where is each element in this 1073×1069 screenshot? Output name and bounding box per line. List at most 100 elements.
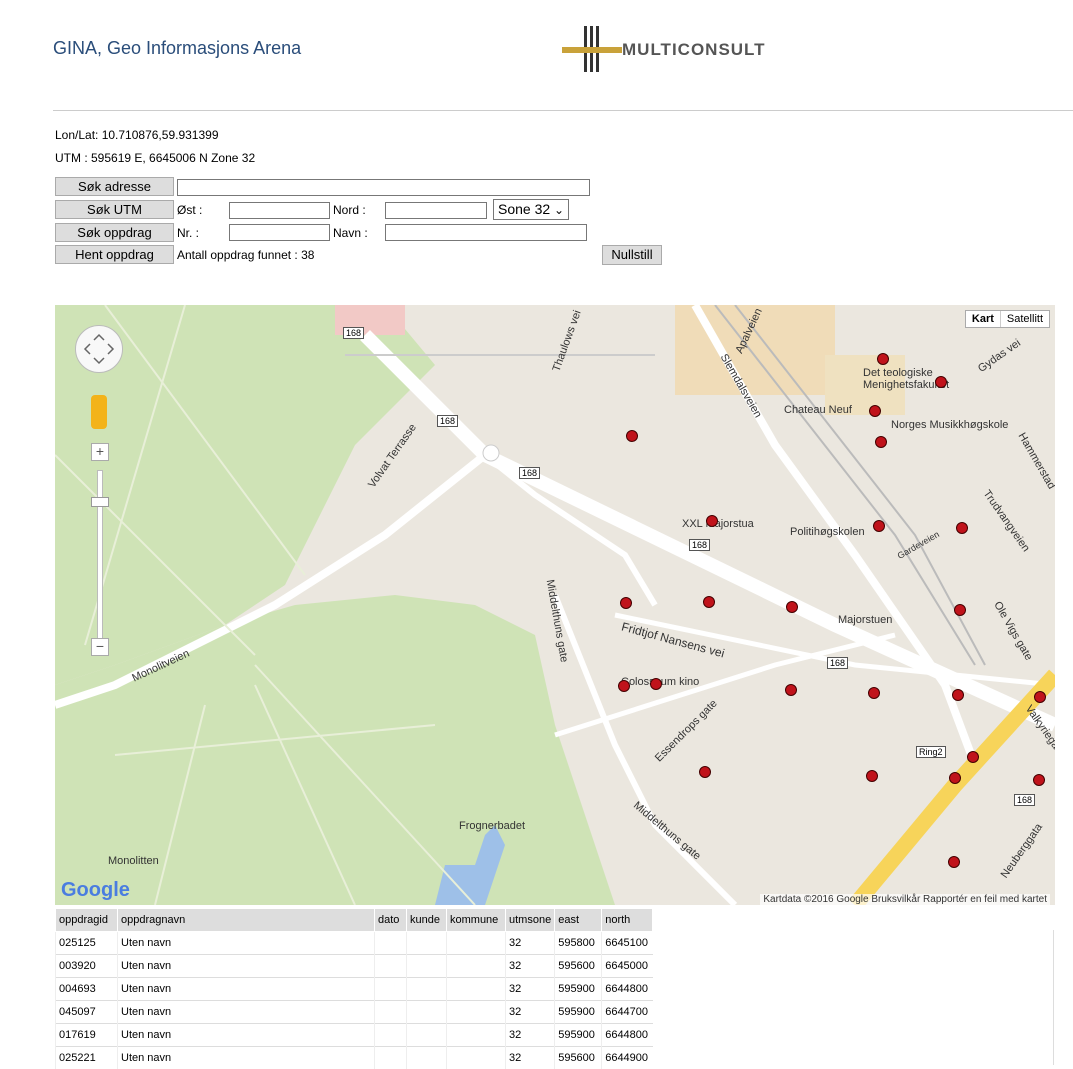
assignment-marker[interactable] xyxy=(1033,774,1045,786)
reset-button[interactable]: Nullstill xyxy=(602,245,662,265)
table-cell: 6644900 xyxy=(602,1047,653,1069)
zoom-slider-handle[interactable] xyxy=(91,497,109,507)
north-label: Nord : xyxy=(333,203,366,217)
assignment-marker[interactable] xyxy=(954,604,966,616)
pan-control[interactable] xyxy=(75,325,123,373)
assignment-marker[interactable] xyxy=(877,353,889,365)
address-input[interactable] xyxy=(177,179,590,196)
assignment-marker[interactable] xyxy=(952,689,964,701)
table-cell xyxy=(447,932,506,955)
table-row[interactable]: 004693 Uten navn 32 595900 6644800 xyxy=(56,978,653,1001)
assignment-marker[interactable] xyxy=(786,601,798,613)
table-cell xyxy=(447,1024,506,1047)
table-cell xyxy=(407,1024,447,1047)
map-type-kart[interactable]: Kart xyxy=(966,311,1000,327)
fetch-assignments-button[interactable]: Hent oppdrag xyxy=(55,245,174,264)
number-input[interactable] xyxy=(229,224,330,241)
table-cell xyxy=(407,932,447,955)
column-header[interactable]: north xyxy=(602,909,653,932)
assignment-marker[interactable] xyxy=(868,687,880,699)
east-input[interactable] xyxy=(229,202,330,219)
search-address-button[interactable]: Søk adresse xyxy=(55,177,174,196)
map-attribution[interactable]: Kartdata ©2016 Google Bruksvilkår Rappor… xyxy=(760,894,1050,905)
assignment-marker[interactable] xyxy=(706,515,718,527)
road-shield: 168 xyxy=(437,415,458,427)
table-row[interactable]: 017619 Uten navn 32 595900 6644800 xyxy=(56,1024,653,1047)
table-cell xyxy=(407,1047,447,1069)
zoom-in-button[interactable]: + xyxy=(91,443,109,461)
table-cell: 003920 xyxy=(56,955,118,978)
table-cell: Uten navn xyxy=(118,1047,375,1069)
multiconsult-logo: MULTICONSULT xyxy=(562,26,802,72)
table-row[interactable]: 025125 Uten navn 32 595800 6645100 xyxy=(56,932,653,955)
assignment-marker[interactable] xyxy=(948,856,960,868)
assignment-marker[interactable] xyxy=(967,751,979,763)
road-shield: 168 xyxy=(689,539,710,551)
map-type-control: Kart Satellitt xyxy=(965,310,1050,328)
table-cell: 025221 xyxy=(56,1047,118,1069)
pan-arrows-icon xyxy=(76,326,122,372)
column-header[interactable]: kommune xyxy=(447,909,506,932)
search-utm-button[interactable]: Søk UTM xyxy=(55,200,174,219)
map-label: Majorstuen xyxy=(838,614,892,626)
table-cell xyxy=(375,1024,407,1047)
table-row[interactable]: 025221 Uten navn 32 595600 6644900 xyxy=(56,1047,653,1069)
table-cell: 595900 xyxy=(555,978,602,1001)
assignment-marker[interactable] xyxy=(699,766,711,778)
table-cell xyxy=(447,1047,506,1069)
assignment-marker[interactable] xyxy=(620,597,632,609)
results-table: oppdragid oppdragnavn dato kunde kommune… xyxy=(55,908,653,1069)
column-header[interactable]: kunde xyxy=(407,909,447,932)
table-cell: Uten navn xyxy=(118,1001,375,1024)
map-view[interactable]: Kart Satellitt + − Thaulows vei Apalveie… xyxy=(55,305,1055,905)
table-cell: Uten navn xyxy=(118,1024,375,1047)
assignment-marker[interactable] xyxy=(618,680,630,692)
search-assignment-button[interactable]: Søk oppdrag xyxy=(55,223,174,242)
table-cell: 6645000 xyxy=(602,955,653,978)
zone-select-value: Sone 32 xyxy=(498,201,550,217)
table-row[interactable]: 045097 Uten navn 32 595900 6644700 xyxy=(56,1001,653,1024)
assignment-marker[interactable] xyxy=(650,678,662,690)
table-cell: 32 xyxy=(506,1047,555,1069)
column-header[interactable]: utmsone xyxy=(506,909,555,932)
column-header[interactable]: dato xyxy=(375,909,407,932)
table-row[interactable]: 003920 Uten navn 32 595600 6645000 xyxy=(56,955,653,978)
assignment-marker[interactable] xyxy=(875,436,887,448)
name-input[interactable] xyxy=(385,224,587,241)
zone-select[interactable]: Sone 32⌄ xyxy=(493,199,569,220)
map-label: Norges Musikkhøgskole xyxy=(891,419,1008,431)
zoom-slider-track[interactable] xyxy=(97,470,103,639)
assignment-marker[interactable] xyxy=(935,376,947,388)
table-cell xyxy=(407,978,447,1001)
assignment-marker[interactable] xyxy=(949,772,961,784)
assignment-marker[interactable] xyxy=(866,770,878,782)
table-cell: 32 xyxy=(506,1024,555,1047)
logo-text: MULTICONSULT xyxy=(622,40,766,60)
table-cell xyxy=(375,1001,407,1024)
map-label: Frognerbadet xyxy=(459,820,525,832)
road-shield: Ring2 xyxy=(916,746,946,758)
map-type-satellite[interactable]: Satellitt xyxy=(1000,311,1049,327)
column-header[interactable]: oppdragid xyxy=(56,909,118,932)
east-label: Øst : xyxy=(177,203,202,217)
road-shield: 168 xyxy=(343,327,364,339)
assignment-marker[interactable] xyxy=(626,430,638,442)
north-input[interactable] xyxy=(385,202,487,219)
table-cell xyxy=(375,978,407,1001)
assignment-marker[interactable] xyxy=(956,522,968,534)
table-cell: 595600 xyxy=(555,955,602,978)
table-cell: 6644700 xyxy=(602,1001,653,1024)
street-view-pegman-icon[interactable] xyxy=(91,395,107,429)
column-header[interactable]: oppdragnavn xyxy=(118,909,375,932)
assignment-marker[interactable] xyxy=(873,520,885,532)
zoom-out-button[interactable]: − xyxy=(91,638,109,656)
column-header[interactable]: east xyxy=(555,909,602,932)
found-count: Antall oppdrag funnet : 38 xyxy=(177,248,314,262)
assignment-marker[interactable] xyxy=(703,596,715,608)
table-cell xyxy=(447,978,506,1001)
google-logo: Google xyxy=(61,879,130,902)
table-cell: Uten navn xyxy=(118,978,375,1001)
assignment-marker[interactable] xyxy=(869,405,881,417)
assignment-marker[interactable] xyxy=(785,684,797,696)
assignment-marker[interactable] xyxy=(1034,691,1046,703)
